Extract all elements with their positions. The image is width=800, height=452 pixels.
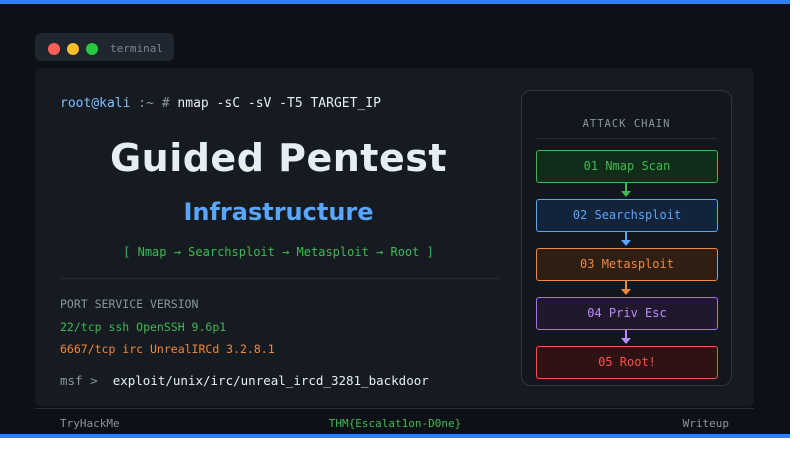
msf-prompt: msf > — [60, 373, 98, 388]
arrow-down-icon — [621, 232, 631, 246]
tab-label: terminal — [110, 42, 163, 55]
attack-chain-title: ATTACK CHAIN — [582, 118, 671, 130]
chain-step-priv-esc: 04 Priv Esc — [536, 297, 718, 330]
terminal-panel: root@kali :~ # nmap -sC -sV -T5 TARGET_I… — [35, 68, 754, 406]
footer-writeup: Writeup — [682, 417, 729, 430]
msf-command: exploit/unix/irc/unreal_ircd_3281_backdo… — [112, 373, 429, 388]
prompt-symbol: # — [161, 96, 170, 111]
terminal-tab[interactable]: terminal — [35, 33, 174, 61]
maximize-dot-icon[interactable] — [86, 43, 98, 55]
chain-step-metasploit: 03 Metasploit — [536, 248, 718, 281]
chain-step-searchsploit: 02 Searchsploit — [536, 199, 718, 232]
minimize-dot-icon[interactable] — [67, 43, 79, 55]
footer-flag: THM{Escalat1on-D0ne} — [328, 417, 462, 430]
arrow-down-icon — [621, 281, 631, 295]
arrow-down-icon — [621, 330, 631, 344]
tool-chain-line: [ Nmap → Searchsploit → Metasploit → Roo… — [123, 245, 434, 259]
close-dot-icon[interactable] — [48, 43, 60, 55]
shell-prompt: root@kali :~ # nmap -sC -sV -T5 TARGET_I… — [60, 96, 381, 111]
page-subtitle: Infrastructure — [183, 198, 374, 226]
divider — [60, 278, 500, 279]
footer-divider — [35, 408, 754, 409]
attack-chain-panel: ATTACK CHAIN 01 Nmap Scan 02 Searchsploi… — [521, 90, 732, 386]
bottom-accent-bar — [0, 434, 790, 438]
page-title: Guided Pentest — [109, 136, 448, 180]
msf-line: msf > exploit/unix/irc/unreal_ircd_3281_… — [60, 373, 429, 388]
arrow-down-icon — [621, 183, 631, 197]
chain-step-nmap: 01 Nmap Scan — [536, 150, 718, 183]
scan-header: PORT SERVICE VERSION — [60, 297, 199, 311]
prompt-user: root@kali — [60, 96, 131, 111]
prompt-command: nmap -sC -sV -T5 TARGET_IP — [177, 96, 381, 111]
scan-row-irc: 6667/tcp irc UnrealIRCd 3.2.8.1 — [60, 342, 275, 356]
prompt-path: :~ — [138, 96, 154, 111]
chain-step-root: 05 Root! — [536, 346, 718, 379]
attack-chain-divider — [536, 138, 717, 139]
scan-row-ssh: 22/tcp ssh OpenSSH 9.6p1 — [60, 320, 227, 334]
banner: terminal root@kali :~ # nmap -sC -sV -T5… — [0, 4, 790, 434]
